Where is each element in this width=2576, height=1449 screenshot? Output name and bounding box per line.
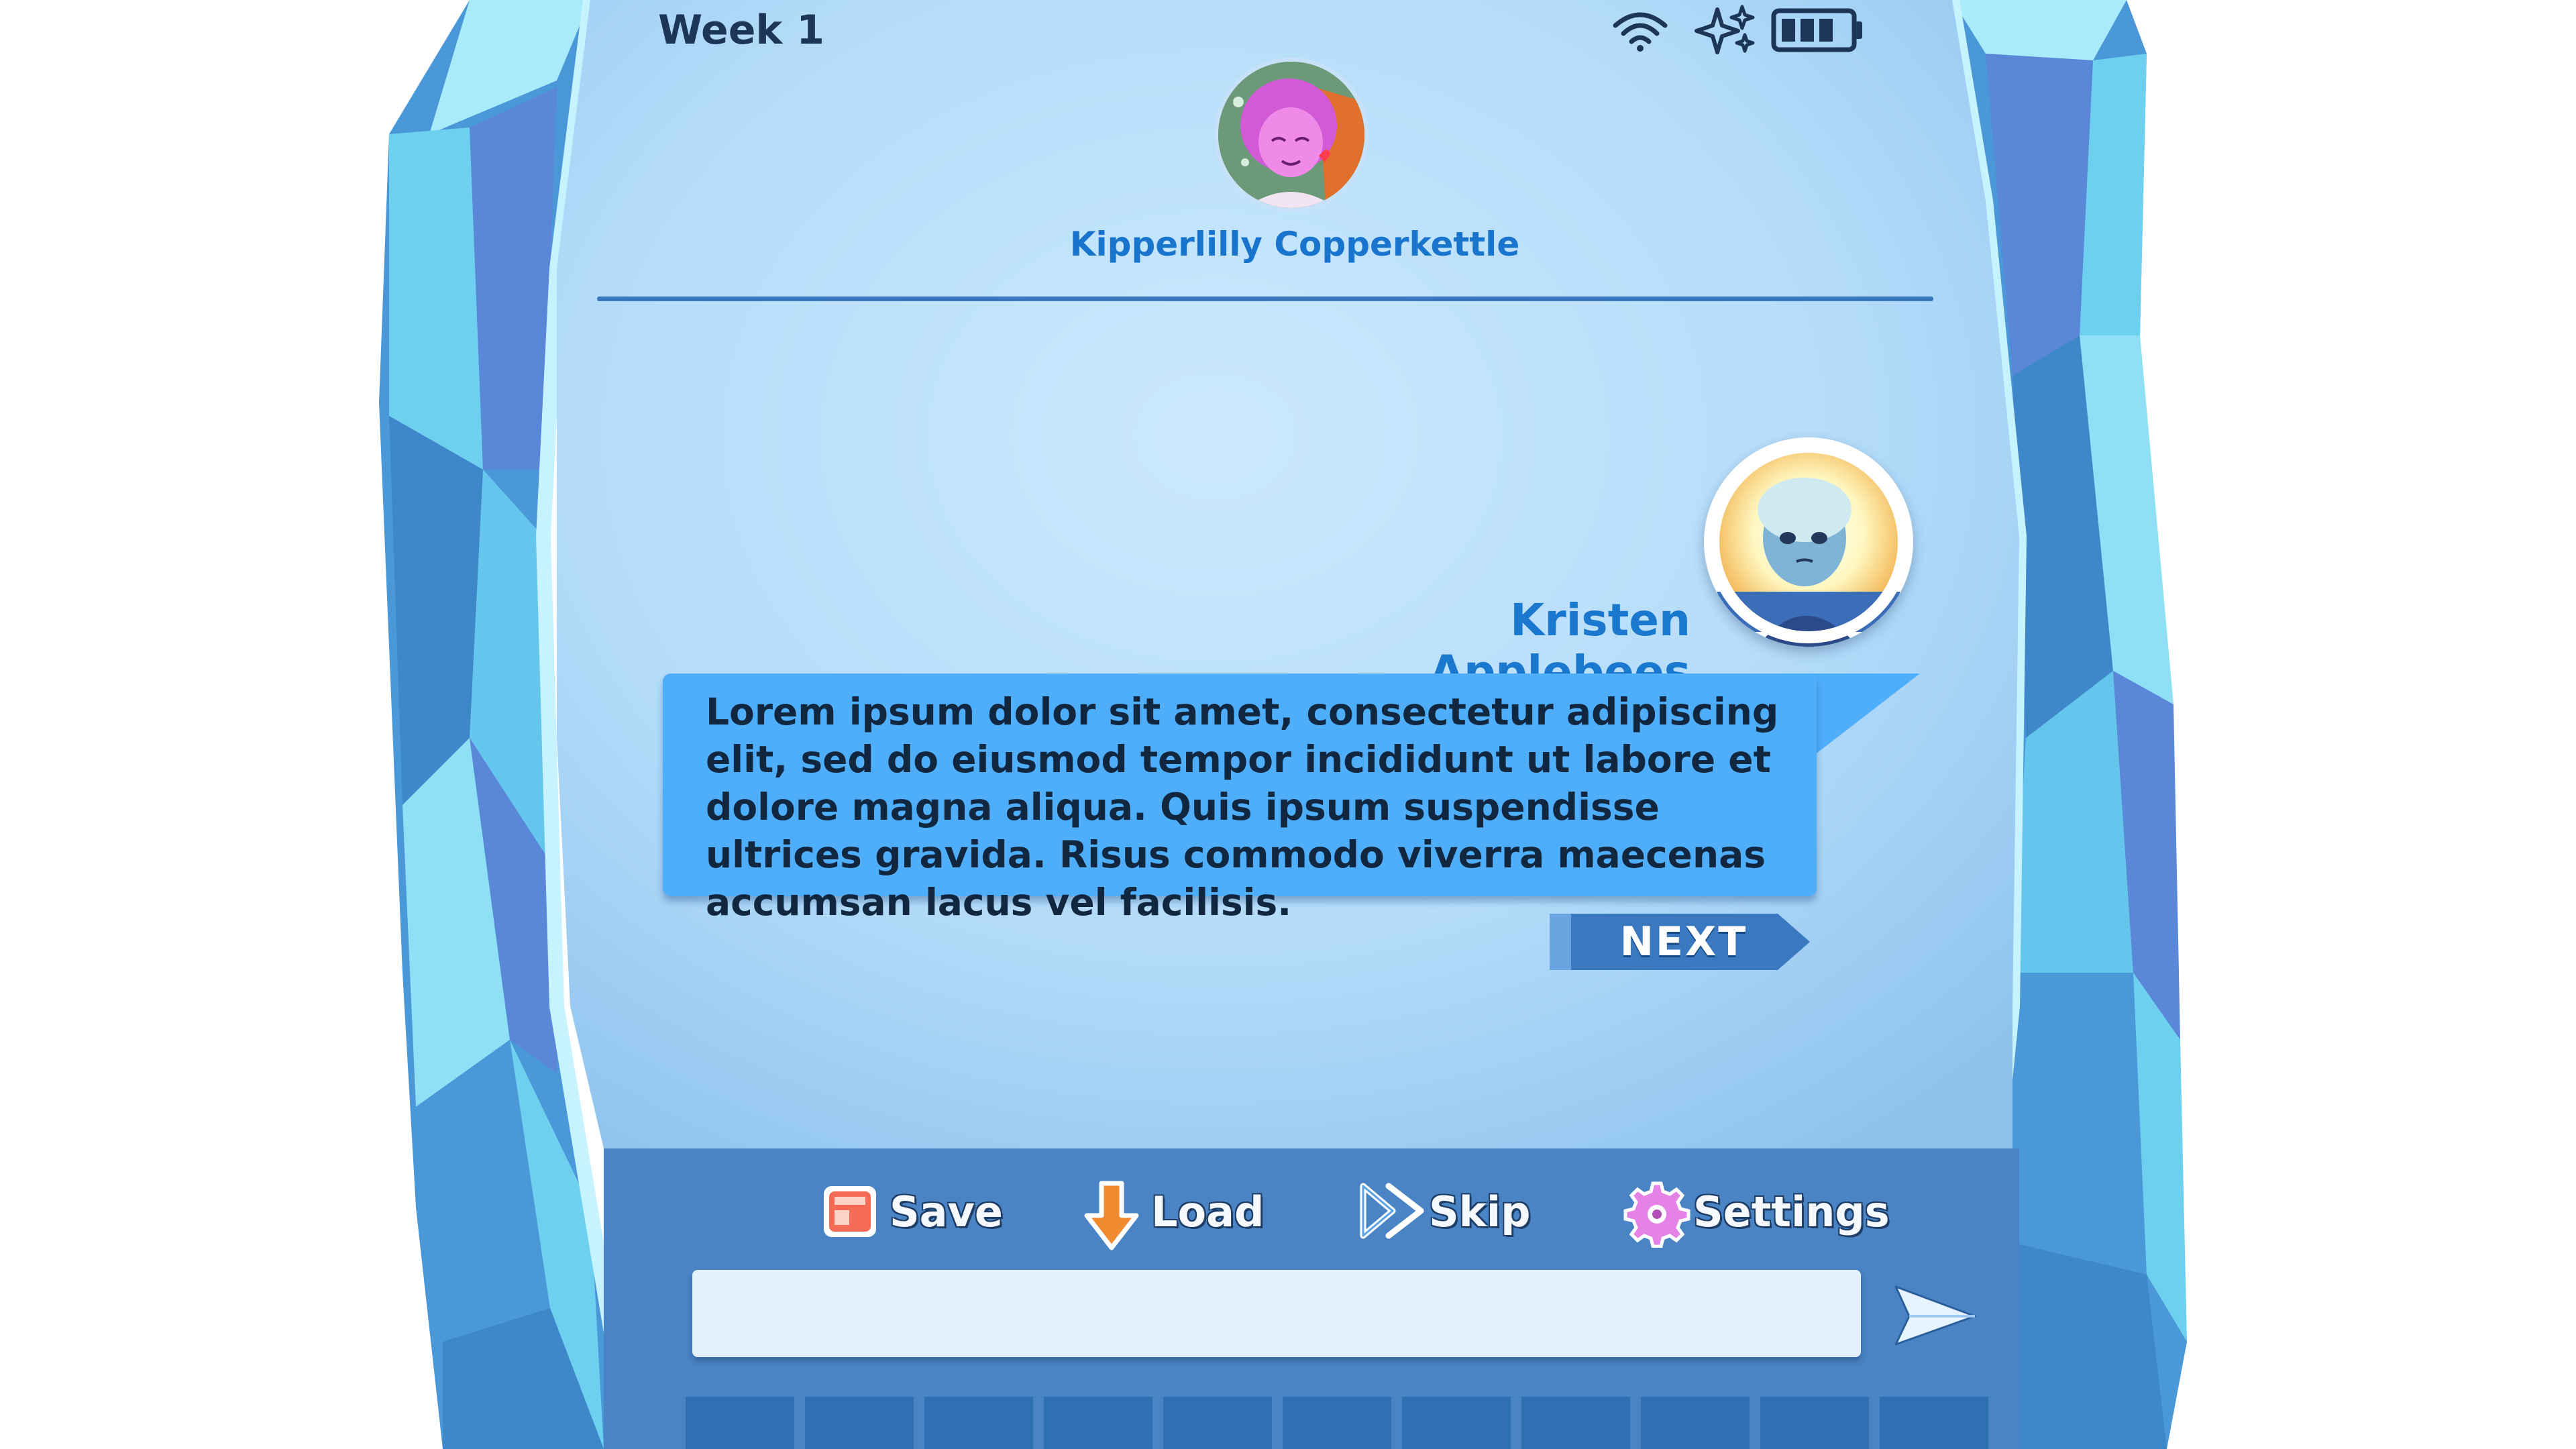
keyboard-key-row xyxy=(686,1397,1988,1449)
skip-label: Skip xyxy=(1429,1187,1531,1236)
skip-icon xyxy=(1359,1181,1424,1241)
keyboard-key[interactable] xyxy=(924,1397,1033,1449)
week-label: Week 1 xyxy=(658,7,824,54)
next-label: NEXT xyxy=(1619,918,1748,965)
battery-icon xyxy=(1771,7,1865,54)
keyboard-key[interactable] xyxy=(1163,1397,1272,1449)
save-label: Save xyxy=(890,1187,1003,1236)
send-icon[interactable] xyxy=(1892,1281,1979,1348)
speech-bubble-tail xyxy=(1805,674,1920,755)
load-arrow-icon xyxy=(1081,1181,1142,1250)
message-input[interactable] xyxy=(692,1270,1861,1357)
keyboard-key[interactable] xyxy=(686,1397,794,1449)
keyboard-key[interactable] xyxy=(1044,1397,1152,1449)
keyboard-key[interactable] xyxy=(1880,1397,1988,1449)
gear-icon xyxy=(1623,1181,1690,1248)
skip-button[interactable]: Skip xyxy=(1359,1175,1560,1249)
keyboard-key[interactable] xyxy=(1641,1397,1750,1449)
keyboard-key[interactable] xyxy=(1283,1397,1391,1449)
settings-label: Settings xyxy=(1693,1187,1890,1236)
sparkle-icon xyxy=(1694,3,1758,56)
message-text: Lorem ipsum dolor sit amet, consectetur … xyxy=(706,690,1779,924)
keyboard-key[interactable] xyxy=(1760,1397,1869,1449)
keyboard-key[interactable] xyxy=(805,1397,914,1449)
load-label: Load xyxy=(1151,1187,1265,1236)
header-divider xyxy=(597,297,1933,301)
blue-glowing-character-avatar xyxy=(1707,441,1910,647)
save-icon xyxy=(820,1181,880,1241)
pink-haired-character-avatar xyxy=(1218,62,1364,208)
contact-avatar[interactable] xyxy=(1214,58,1368,212)
settings-button[interactable]: Settings xyxy=(1623,1175,1892,1249)
speaker-avatar xyxy=(1704,437,1913,647)
load-button[interactable]: Load xyxy=(1081,1175,1283,1250)
wifi-icon xyxy=(1610,5,1670,52)
keyboard-key[interactable] xyxy=(1521,1397,1630,1449)
keyboard-key[interactable] xyxy=(1402,1397,1511,1449)
contact-name: Kipperlilly Copperkettle xyxy=(1069,225,1520,264)
status-icons xyxy=(1610,0,1878,60)
save-button[interactable]: Save xyxy=(820,1175,1021,1249)
